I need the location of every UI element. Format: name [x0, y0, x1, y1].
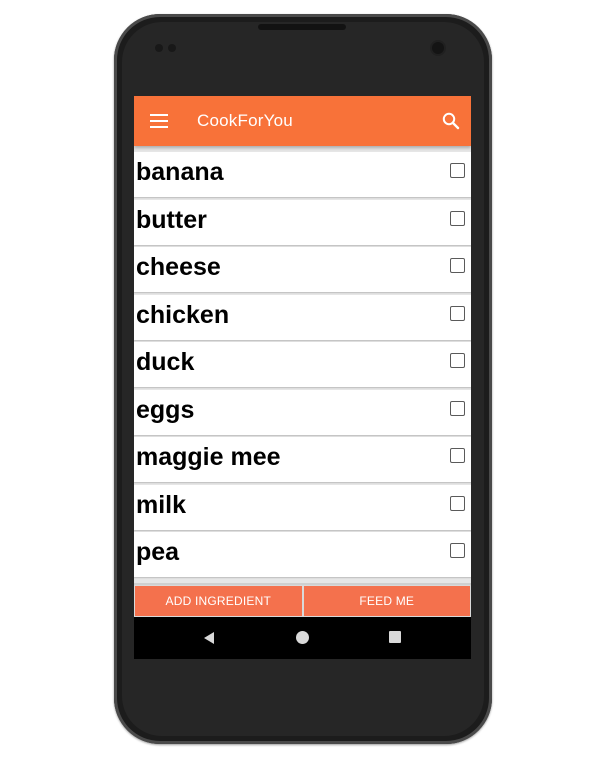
list-item[interactable]: chicken	[134, 294, 471, 340]
app-title: CookForYou	[197, 111, 293, 130]
ingredient-checkbox[interactable]	[450, 210, 465, 226]
ingredient-label: banana	[136, 158, 224, 186]
ingredient-checkbox[interactable]	[450, 258, 465, 273]
ingredient-checkbox[interactable]	[450, 305, 465, 321]
list-item[interactable]: butter	[134, 199, 471, 245]
ingredient-checkbox[interactable]	[450, 163, 465, 178]
ingredient-label: chicken	[136, 300, 230, 329]
add-ingredient-button[interactable]: ADD INGREDIENT	[135, 586, 302, 616]
ingredient-checkbox[interactable]	[450, 448, 465, 463]
ingredient-checkbox[interactable]	[450, 495, 465, 511]
ingredient-label: maggie mee	[136, 443, 281, 471]
sensor-dot	[155, 44, 163, 52]
ingredient-label: butter	[136, 205, 207, 234]
search-icon[interactable]	[441, 111, 461, 131]
ingredient-label: pea	[136, 538, 180, 566]
back-icon[interactable]	[202, 631, 216, 645]
list-item[interactable]: pea	[134, 532, 471, 577]
ingredient-label: milk	[136, 490, 187, 519]
ingredient-label: duck	[136, 348, 195, 376]
ingredient-label: eggs	[136, 395, 195, 424]
list-item[interactable]: cheese	[134, 247, 471, 292]
list-item[interactable]: milk	[134, 484, 471, 530]
ingredient-list: banana butter cheese chicken duck eggs m…	[134, 152, 471, 580]
feed-me-button[interactable]: FEED ME	[303, 586, 470, 616]
system-nav-bar	[134, 617, 471, 659]
app-toolbar: CookForYou	[134, 96, 471, 146]
app-screen: CookForYou banana butter cheese chicken …	[134, 96, 471, 659]
speaker-grille	[258, 24, 346, 30]
home-icon[interactable]	[296, 631, 309, 644]
sensor-dot	[168, 44, 176, 52]
ingredient-checkbox[interactable]	[450, 543, 465, 558]
list-item[interactable]: maggie mee	[134, 437, 471, 482]
recents-icon[interactable]	[389, 631, 401, 643]
menu-icon[interactable]	[150, 114, 168, 128]
action-bar: ADD INGREDIENT FEED ME	[134, 583, 471, 617]
ingredient-label: cheese	[136, 253, 221, 281]
list-item[interactable]: duck	[134, 342, 471, 387]
list-item[interactable]: banana	[134, 152, 471, 197]
list-item[interactable]: eggs	[134, 389, 471, 435]
ingredient-checkbox[interactable]	[450, 353, 465, 368]
front-camera	[432, 42, 444, 54]
ingredient-checkbox[interactable]	[450, 400, 465, 416]
